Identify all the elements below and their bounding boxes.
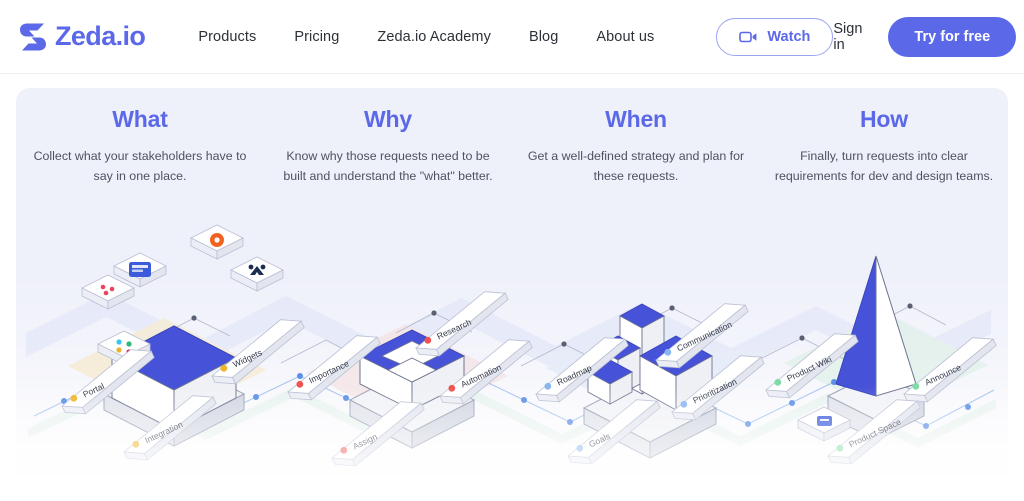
watch-button-label: Watch — [767, 28, 811, 45]
hero-desc-why: Know why those requests need to be built… — [283, 149, 493, 184]
video-camera-icon — [739, 30, 758, 44]
hero-title-why: Why — [364, 106, 412, 132]
nav-item-about-us[interactable]: About us — [596, 29, 654, 45]
hero-desc-when: Get a well-defined strategy and plan for… — [527, 149, 745, 184]
hero-column-why: Why Know why those requests need to be b… — [264, 106, 512, 186]
nav-item-blog[interactable]: Blog — [529, 29, 558, 45]
sign-in-link[interactable]: Sign in — [833, 21, 862, 53]
hero-columns: What Collect what your stakeholders have… — [16, 106, 1008, 186]
hero-title-when: When — [605, 106, 667, 132]
workflow-illustration: Portal Widgets Integration Importance Re… — [16, 198, 1008, 501]
illustration-what: Portal Widgets Integration — [52, 224, 314, 468]
try-for-free-button[interactable]: Try for free — [888, 16, 1017, 57]
main-nav: Products Pricing Zeda.io Academy Blog Ab… — [198, 29, 654, 45]
hero-column-what: What Collect what your stakeholders have… — [16, 106, 264, 186]
hero-desc-what: Collect what your stakeholders have to s… — [33, 149, 247, 184]
zeda-logo-icon — [16, 20, 50, 54]
hero-title-what: What — [112, 106, 168, 132]
hero-desc-how: Finally, turn requests into clear requir… — [774, 149, 994, 184]
illustration-when: Roadmap Communication Prioritization Goa… — [526, 295, 774, 472]
page-root: Zeda.io Products Pricing Zeda.io Academy… — [0, 0, 1024, 501]
hero-column-when: When Get a well-defined strategy and pla… — [512, 106, 760, 186]
hero-title-how: How — [860, 106, 908, 132]
nav-item-academy[interactable]: Zeda.io Academy — [377, 29, 491, 45]
brand-name: Zeda.io — [55, 21, 146, 51]
nav-item-pricing[interactable]: Pricing — [294, 29, 339, 45]
hero-column-how: How Finally, turn requests into clear re… — [760, 106, 1008, 186]
site-header: Zeda.io Products Pricing Zeda.io Academy… — [0, 0, 1024, 74]
header-actions: Sign in Try for free — [833, 16, 1017, 57]
nav-item-products[interactable]: Products — [198, 29, 256, 45]
hero-panel: What Collect what your stakeholders have… — [16, 88, 1008, 501]
brand-logo[interactable]: Zeda.io — [16, 20, 146, 54]
watch-button[interactable]: Watch — [716, 17, 834, 56]
